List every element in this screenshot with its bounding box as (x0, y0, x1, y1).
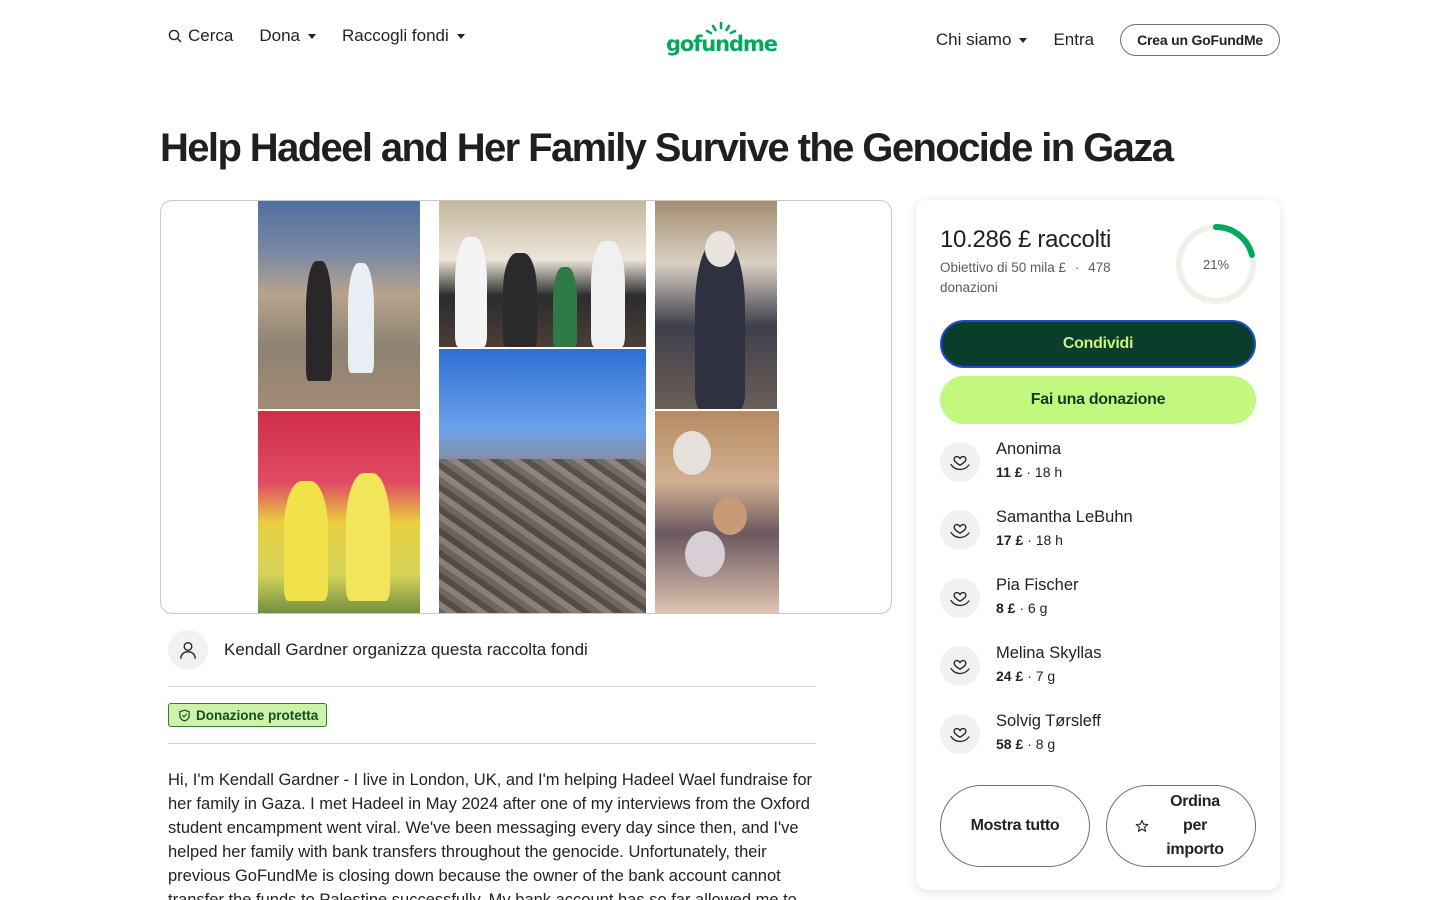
donation-amount: 24 £ (996, 668, 1024, 684)
share-label: Condividi (1062, 335, 1134, 352)
donation-meta: 11 £ · 18 h (996, 464, 1062, 480)
show-all-label: Mostra tutto (970, 817, 1060, 834)
donation-amount: 58 £ (996, 736, 1024, 752)
photo-girls-rooftop (258, 201, 420, 409)
fundraise-menu-label: Raccogli fondi (342, 26, 449, 45)
goal-text: Obiettivo di 50 mila £ · 478 donazioni (940, 258, 1150, 298)
donor-name: Melina Skyllas (996, 644, 1102, 662)
donation-meta: 58 £ · 8 g (996, 736, 1055, 752)
photo-destroyed-buildings (439, 349, 646, 613)
protected-donation-label: Donazione protetta (196, 707, 319, 723)
goal-amount: Obiettivo di 50 mila £ (940, 260, 1067, 275)
progress-percent: 21% (1202, 256, 1230, 272)
donation-item: Anonima 11 £ · 18 h (940, 440, 1256, 488)
donation-meta: 24 £ · 7 g (996, 668, 1055, 684)
donation-item: Solvig Tørsleff 58 £ · 8 g (940, 712, 1256, 760)
donation-amount: 17 £ (996, 532, 1024, 548)
sort-by-amount-label: Ordina per importo (1166, 793, 1224, 858)
search-icon (168, 29, 182, 43)
caret-down-icon (308, 33, 316, 39)
organizer-text: Kendall Gardner organizza questa raccolt… (224, 640, 588, 659)
signin-link[interactable]: Entra (1053, 30, 1094, 50)
share-button[interactable]: Condividi (940, 320, 1256, 368)
donation-time: · 6 g (1019, 600, 1048, 616)
caret-down-icon (1019, 37, 1028, 43)
nav-left: Cerca Dona Raccogli fondi (168, 26, 465, 46)
donation-item: Samantha LeBuhn 17 £ · 18 h (940, 508, 1256, 556)
about-menu[interactable]: Chi siamo (936, 30, 1028, 50)
donor-name: Solvig Tørsleff (996, 712, 1101, 730)
protected-donation-badge[interactable]: Donazione protetta (168, 703, 328, 727)
donation-amount: 11 £ (996, 464, 1023, 480)
donation-meta: 17 £ · 18 h (996, 532, 1063, 548)
donate-menu[interactable]: Dona (259, 26, 316, 46)
shield-icon (179, 708, 190, 722)
donor-name: Anonima (996, 440, 1062, 458)
donation-hand-heart-icon (940, 510, 980, 550)
goal-separator: · (1074, 260, 1080, 275)
create-gofundme-button[interactable]: Crea un GoFundMe (1120, 24, 1280, 56)
site-header: Cerca Dona Raccogli fondi gofundme Chi s… (0, 0, 1440, 80)
donation-hand-heart-icon (940, 442, 980, 482)
search-button[interactable]: Cerca (168, 26, 233, 46)
donation-hand-heart-icon (940, 578, 980, 618)
photo-collage (258, 201, 780, 613)
donation-time: · 7 g (1027, 668, 1056, 684)
donation-time: · 18 h (1027, 532, 1063, 548)
signin-label: Entra (1053, 30, 1095, 49)
photo-toddlers-car (258, 411, 420, 613)
donate-menu-label: Dona (259, 26, 300, 45)
donation-item: Pia Fischer 8 £ · 6 g (940, 576, 1256, 624)
search-label: Cerca (188, 26, 234, 45)
user-icon (180, 642, 196, 659)
organizer-avatar (168, 630, 208, 670)
organizer-row: Kendall Gardner organizza questa raccolt… (168, 630, 816, 687)
photo-siblings-selfie (655, 411, 779, 613)
fundraise-menu[interactable]: Raccogli fondi (342, 26, 465, 46)
donation-hand-heart-icon (940, 646, 980, 686)
caret-down-icon (456, 33, 465, 39)
donate-label: Fai una donazione (1030, 391, 1166, 408)
amount-raised: 10.286 £ raccolti (940, 226, 1112, 253)
nav-right: Chi siamo Entra Crea un GoFundMe (936, 24, 1280, 56)
campaign-description: Hi, I'm Kendall Gardner - I live in Lond… (168, 771, 813, 900)
progress-ring: 21% (1174, 222, 1258, 306)
protected-section: Donazione protetta (168, 688, 816, 744)
photo-family-group (439, 201, 646, 347)
campaign-title: Help Hadeel and Her Family Survive the G… (160, 126, 1174, 170)
photo-woman-hijab (655, 201, 777, 409)
donation-amount: 8 £ (996, 600, 1016, 616)
donation-time: · 18 h (1026, 464, 1063, 480)
logo-text: gofundme (666, 32, 778, 56)
sort-by-amount-button[interactable]: Ordina per importo (1106, 785, 1256, 867)
create-gofundme-label: Crea un GoFundMe (1137, 32, 1263, 48)
gofundme-logo[interactable]: gofundme (666, 20, 778, 60)
campaign-hero-image[interactable] (160, 200, 892, 614)
donation-hand-heart-icon (940, 714, 980, 754)
donor-name: Samantha LeBuhn (996, 508, 1133, 526)
donation-card: 10.286 £ raccolti Obiettivo di 50 mila £… (916, 200, 1280, 890)
donate-button[interactable]: Fai una donazione (940, 376, 1256, 424)
donor-name: Pia Fischer (996, 576, 1079, 594)
show-all-button[interactable]: Mostra tutto (940, 785, 1090, 867)
donation-time: · 8 g (1027, 736, 1056, 752)
donation-item: Melina Skyllas 24 £ · 7 g (940, 644, 1256, 692)
star-icon (1135, 819, 1149, 832)
about-menu-label: Chi siamo (935, 30, 1012, 49)
donation-meta: 8 £ · 6 g (996, 600, 1047, 616)
